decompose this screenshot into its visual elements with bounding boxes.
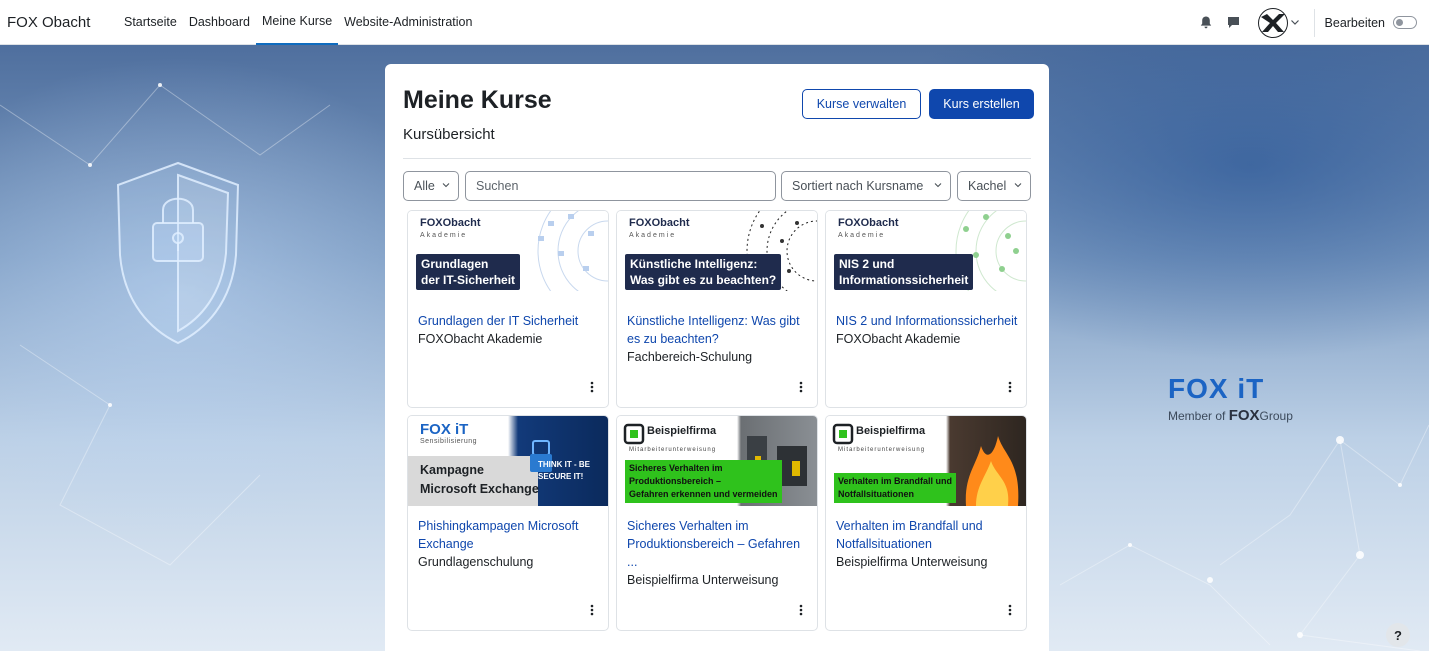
image-slogan: THINK IT - BE SECURE IT! — [538, 460, 590, 481]
course-info: Sicheres Verhalten im Produktionsbereich… — [627, 517, 811, 589]
search-placeholder: Suchen — [476, 179, 519, 193]
course-title-link[interactable]: Grundlagen der IT Sicherheit — [418, 312, 602, 330]
page-title: Meine Kurse — [403, 86, 552, 114]
image-label: Sicheres Verhalten im Produktionsbereich … — [625, 460, 782, 503]
image-sub: Mitarbeiterunterweisung — [838, 447, 926, 453]
image-label: NIS 2 und Informationssicherheit — [834, 254, 974, 290]
image-label: Kampagne Microsoft Exchange — [420, 463, 539, 496]
course-category: FOXObacht Akademie — [836, 332, 961, 346]
course-info: Phishingkampagen Microsoft Exchange Grun… — [418, 517, 602, 571]
course-card[interactable]: FOXObacht Akademie NIS 2 und Informations… — [825, 210, 1027, 408]
image-logo: FOXObacht — [629, 217, 690, 229]
course-card[interactable]: FOXObacht Akademie Künstliche Intelligen… — [616, 210, 818, 408]
course-info: NIS 2 und Informationssicherheit FOXObac… — [836, 312, 1020, 348]
image-sub: Sensibilisierung — [420, 438, 478, 445]
course-category: Fachbereich-Schulung — [627, 350, 753, 364]
image-logo: Beispielfirma — [856, 425, 926, 437]
image-logo: FOXObacht — [420, 217, 481, 229]
navbar-divider — [1313, 8, 1315, 37]
manage-courses-button[interactable]: Kurse verwalten — [802, 89, 921, 119]
image-label: Künstliche Intelligenz: Was gibt es zu be… — [625, 254, 782, 290]
section-divider — [403, 158, 1031, 159]
image-label: Grundlagen der IT-Sicherheit — [416, 254, 521, 290]
image-sub: Akademie — [838, 232, 886, 239]
sort-value: Sortiert nach Kursname — [792, 179, 924, 193]
section-title: Kursübersicht — [403, 126, 495, 143]
image-logo: FOX iT — [420, 421, 469, 438]
grouping-value: Alle — [414, 179, 435, 193]
course-info: Verhalten im Brandfall und Notfallsituat… — [836, 517, 1020, 571]
course-image[interactable]: FOX iT Sensibilisierung Kampagne Microsof… — [408, 416, 608, 506]
course-card[interactable]: FOX iT Sensibilisierung Kampagne Microsof… — [407, 415, 609, 631]
course-image[interactable]: FOXObacht Akademie Künstliche Intelligen… — [617, 211, 817, 291]
nav-item-meine-kurse[interactable]: Meine Kurse — [255, 0, 339, 45]
sort-dropdown[interactable]: Sortiert nach Kursname — [781, 171, 951, 201]
primary-navigation: Startseite Dashboard Meine Kurse Website… — [118, 0, 478, 45]
course-info: Künstliche Intelligenz: Was gibt es zu b… — [627, 312, 811, 366]
navbar-user-area: Bearbeiten — [1198, 0, 1429, 45]
image-logo: Beispielfirma — [647, 425, 717, 437]
main-content-card: Meine Kurse Kurse verwalten Kurs erstell… — [385, 64, 1049, 651]
more-actions-icon[interactable] — [1008, 381, 1012, 393]
view-value: Kachel — [968, 179, 1007, 193]
nav-item-website-administration[interactable]: Website-Administration — [338, 0, 478, 45]
bell-icon[interactable] — [1198, 16, 1214, 29]
course-title-link[interactable]: Sicheres Verhalten im Produktionsbereich… — [627, 517, 811, 571]
course-card[interactable]: Beispielfirma Mitarbeiterunterweisung Ve… — [825, 415, 1027, 631]
image-sub: Mitarbeiterunterweisung — [629, 447, 717, 453]
chevron-down-icon — [1014, 183, 1022, 188]
course-title-link[interactable]: NIS 2 und Informationssicherheit — [836, 312, 1020, 330]
help-button[interactable]: ? — [1386, 623, 1410, 647]
course-image[interactable]: Beispielfirma Mitarbeiterunterweisung Ve… — [826, 416, 1026, 506]
course-category: FOXObacht Akademie — [418, 332, 543, 346]
more-actions-icon[interactable] — [799, 381, 803, 393]
avatar[interactable] — [1257, 7, 1288, 38]
course-title-link[interactable]: Phishingkampagen Microsoft Exchange — [418, 517, 602, 553]
course-title-link[interactable]: Künstliche Intelligenz: Was gibt es zu b… — [627, 312, 811, 348]
chevron-down-icon[interactable] — [1290, 20, 1300, 25]
top-navbar: FOX Obacht Startseite Dashboard Meine Ku… — [0, 0, 1429, 45]
course-info: Grundlagen der IT Sicherheit FOXObacht A… — [418, 312, 602, 348]
chevron-down-icon — [442, 183, 450, 188]
course-title-link[interactable]: Verhalten im Brandfall und Notfallsituat… — [836, 517, 1020, 553]
course-image[interactable]: FOXObacht Akademie Grundlagen der IT-Sich… — [408, 211, 608, 291]
course-category: Beispielfirma Unterweisung — [836, 555, 988, 569]
create-course-button[interactable]: Kurs erstellen — [929, 89, 1034, 119]
image-sub: Akademie — [420, 232, 468, 239]
course-search-input[interactable]: Suchen — [465, 171, 776, 201]
course-category: Beispielfirma Unterweisung — [627, 573, 779, 587]
image-label: Verhalten im Brandfall und Notfallsituati… — [834, 473, 957, 503]
course-card[interactable]: FOXObacht Akademie Grundlagen der IT-Sich… — [407, 210, 609, 408]
more-actions-icon[interactable] — [590, 381, 594, 393]
course-card[interactable]: Beispielfirma Mitarbeiterunterweisung Si… — [616, 415, 818, 631]
more-actions-icon[interactable] — [590, 604, 594, 616]
shield-lock-icon — [116, 161, 240, 345]
fox-it-logo: FOX iT Member of FOXGroup — [1168, 373, 1293, 425]
image-sub: Akademie — [629, 232, 677, 239]
chevron-down-icon — [934, 183, 942, 188]
more-actions-icon[interactable] — [1008, 604, 1012, 616]
course-image[interactable]: FOXObacht Akademie NIS 2 und Informations… — [826, 211, 1026, 291]
more-actions-icon[interactable] — [799, 604, 803, 616]
view-dropdown[interactable]: Kachel — [957, 171, 1031, 201]
edit-mode-toggle[interactable] — [1393, 16, 1417, 29]
course-category: Grundlagenschulung — [418, 555, 534, 569]
image-logo: FOXObacht — [838, 217, 899, 229]
grouping-dropdown[interactable]: Alle — [403, 171, 459, 201]
site-brand[interactable]: FOX Obacht — [0, 14, 118, 31]
nav-item-startseite[interactable]: Startseite — [118, 0, 183, 45]
edit-mode-label: Bearbeiten — [1324, 15, 1385, 30]
chat-icon[interactable] — [1226, 16, 1242, 29]
nav-item-dashboard[interactable]: Dashboard — [183, 0, 256, 45]
course-image[interactable]: Beispielfirma Mitarbeiterunterweisung Si… — [617, 416, 817, 506]
